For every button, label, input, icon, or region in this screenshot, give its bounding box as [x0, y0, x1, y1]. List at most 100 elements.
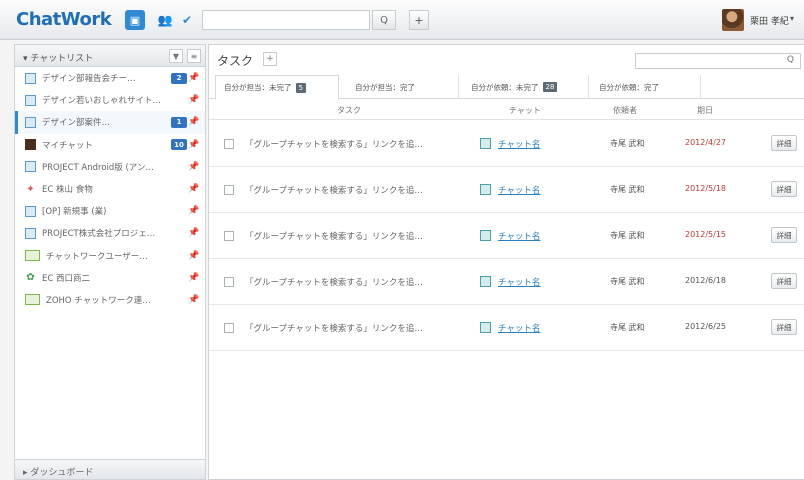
task-assigner: 寺尾 武和 [610, 323, 645, 332]
unread-badge: 1 [171, 116, 187, 128]
contacts-icon[interactable]: 👥 [155, 10, 175, 30]
sidebar-room-label: デザイン部報告会チー… [42, 74, 136, 85]
sidebar-room[interactable]: PROJECT株式会社プロジェ… 📌 [15, 222, 205, 244]
tab-label: 自分が依頼：完了 [599, 82, 659, 92]
chat-icon[interactable]: ▣ [125, 10, 145, 30]
task-detail-button[interactable]: 詳細 [771, 319, 797, 335]
room-icon [25, 250, 40, 262]
unread-badge: 10 [171, 139, 187, 151]
task-text: 「グループチャットを検索する」リンクを追… [245, 140, 423, 150]
room-icon: ✦ [26, 183, 35, 195]
sidebar-room-label: [OP] 新規事 (業) [42, 207, 107, 218]
pin-icon[interactable]: 📌 [187, 184, 201, 194]
room-icon [25, 94, 36, 106]
tab-task-filter[interactable]: 自分が依頼：完了 [591, 75, 701, 99]
pin-icon[interactable]: 📌 [187, 95, 201, 105]
sidebar-room[interactable]: ✦ EC 株山 食物 📌 [15, 178, 205, 200]
header-search-input[interactable] [202, 10, 370, 30]
task-text: 「グループチャットを検索する」リンクを追… [245, 232, 423, 242]
pin-icon[interactable]: 📌 [187, 73, 201, 83]
sidebar-room-label: PROJECT株式会社プロジェ… [42, 229, 156, 240]
task-search-input[interactable]: Q [635, 53, 801, 69]
sidebar-room[interactable]: デザイン若いおしゃれサイト… 📌 [15, 89, 205, 111]
column-header-chat: チャット [509, 106, 541, 115]
sidebar-room[interactable]: デザイン部案件… 1 📌 [15, 111, 205, 134]
tab-task-filter[interactable]: 自分が担当：完了 [347, 75, 459, 99]
sidebar-room[interactable]: マイチャット 10 📌 [15, 134, 205, 156]
user-name[interactable]: 栗田 孝紀 [750, 14, 789, 27]
task-due-date: 2012/5/15 [685, 230, 727, 239]
room-icon [25, 116, 36, 128]
pin-icon[interactable]: 📌 [187, 117, 201, 127]
task-chat-link[interactable]: チャット名 [498, 138, 540, 150]
pin-icon[interactable]: 📌 [187, 206, 201, 216]
sort-button[interactable]: ≡ [187, 49, 201, 63]
chat-room-icon [480, 276, 491, 287]
dashboard-label: ▸ ダッシュボード [23, 468, 94, 478]
pin-icon[interactable]: 📌 [187, 140, 201, 150]
column-header-task: タスク [337, 106, 361, 115]
task-due-date: 2012/6/25 [685, 322, 727, 331]
task-checkbox[interactable] [224, 139, 234, 149]
sidebar-room[interactable]: ZOHO チャットワーク連… 📌 [15, 289, 205, 311]
pin-icon[interactable]: 📌 [187, 251, 201, 261]
app-logo[interactable]: ChatWork [16, 9, 112, 30]
header-search-button[interactable]: Q [372, 10, 396, 30]
task-detail-button[interactable]: 詳細 [771, 181, 797, 197]
app-header: ChatWork ▣ 👥 ✔ Q + 栗田 孝紀 ▾ [0, 0, 804, 40]
filter-button[interactable]: ▼ [169, 49, 183, 63]
sidebar-room[interactable]: ✿ EC 西口商二 📌 [15, 267, 205, 289]
task-tabs: 自分が担当：未完了 5 自分が担当：完了 自分が依頼：未完了 28 自分が依頼：完了 [209, 75, 804, 100]
chat-list-title[interactable]: ▾ チャットリスト [23, 51, 93, 64]
task-chat-link[interactable]: チャット名 [498, 276, 540, 288]
task-chat-link[interactable]: チャット名 [498, 230, 540, 242]
pin-icon[interactable]: 📌 [187, 295, 201, 305]
room-icon [25, 205, 36, 217]
tab-count-badge: 5 [295, 82, 306, 93]
task-row: 「グループチャットを検索する」リンクを追… チャット名 寺尾 武和 2012/5/15… [209, 213, 804, 259]
task-text: 「グループチャットを検索する」リンクを追… [245, 278, 423, 288]
tab-task-filter[interactable]: 自分が担当：未完了 5 [215, 75, 339, 100]
task-detail-button[interactable]: 詳細 [771, 227, 797, 243]
user-avatar[interactable] [722, 9, 744, 31]
room-icon [25, 72, 36, 84]
sidebar-room[interactable]: チャットワークユーザー… 📌 [15, 245, 205, 267]
task-detail-button[interactable]: 詳細 [771, 135, 797, 151]
task-assigner: 寺尾 武和 [610, 139, 645, 148]
task-checkbox[interactable] [224, 231, 234, 241]
dashboard-toggle[interactable]: ▸ ダッシュボード [15, 459, 205, 479]
chat-list-header: ▾ チャットリスト ▼ ≡ [15, 45, 205, 67]
add-task-button[interactable]: + [263, 52, 277, 66]
tab-task-filter[interactable]: 自分が依頼：未完了 28 [463, 75, 589, 99]
user-menu-chevron-icon[interactable]: ▾ [790, 14, 794, 23]
task-checkbox[interactable] [224, 185, 234, 195]
tab-label: 自分が担当：完了 [355, 82, 415, 92]
sidebar-room[interactable]: デザイン部報告会チー… 2 📌 [15, 67, 205, 89]
sidebar-room-label: デザイン部案件… [42, 118, 111, 129]
sidebar-room-label: EC 株山 食物 [42, 185, 93, 196]
pin-icon[interactable]: 📌 [187, 228, 201, 238]
header-add-button[interactable]: + [409, 10, 429, 30]
task-text: 「グループチャットを検索する」リンクを追… [245, 324, 423, 334]
tab-label: 自分が担当：未完了 [224, 83, 292, 92]
task-detail-button[interactable]: 詳細 [771, 273, 797, 289]
task-chat-link[interactable]: チャット名 [498, 322, 540, 334]
column-header-due: 期日 [697, 106, 713, 115]
task-assigner: 寺尾 武和 [610, 185, 645, 194]
unread-badge: 2 [171, 72, 187, 84]
sidebar-room[interactable]: [OP] 新規事 (業) 📌 [15, 200, 205, 222]
task-checkbox[interactable] [224, 277, 234, 287]
sidebar-room-label: チャットワークユーザー… [46, 251, 148, 262]
search-icon[interactable]: Q [787, 55, 794, 65]
pin-icon[interactable]: 📌 [187, 273, 201, 283]
task-checkbox[interactable] [224, 323, 234, 333]
sidebar-room[interactable]: PROJECT Android版 (アン… 📌 [15, 156, 205, 178]
task-chat-link[interactable]: チャット名 [498, 184, 540, 196]
task-assigner: 寺尾 武和 [610, 231, 645, 240]
sidebar-room-label: ZOHO チャットワーク連… [46, 295, 151, 306]
room-icon [25, 161, 36, 173]
chat-room-icon [480, 322, 491, 333]
task-row: 「グループチャットを検索する」リンクを追… チャット名 寺尾 武和 2012/6/25… [209, 305, 804, 351]
pin-icon[interactable]: 📌 [187, 162, 201, 172]
tasks-icon[interactable]: ✔ [177, 10, 197, 30]
